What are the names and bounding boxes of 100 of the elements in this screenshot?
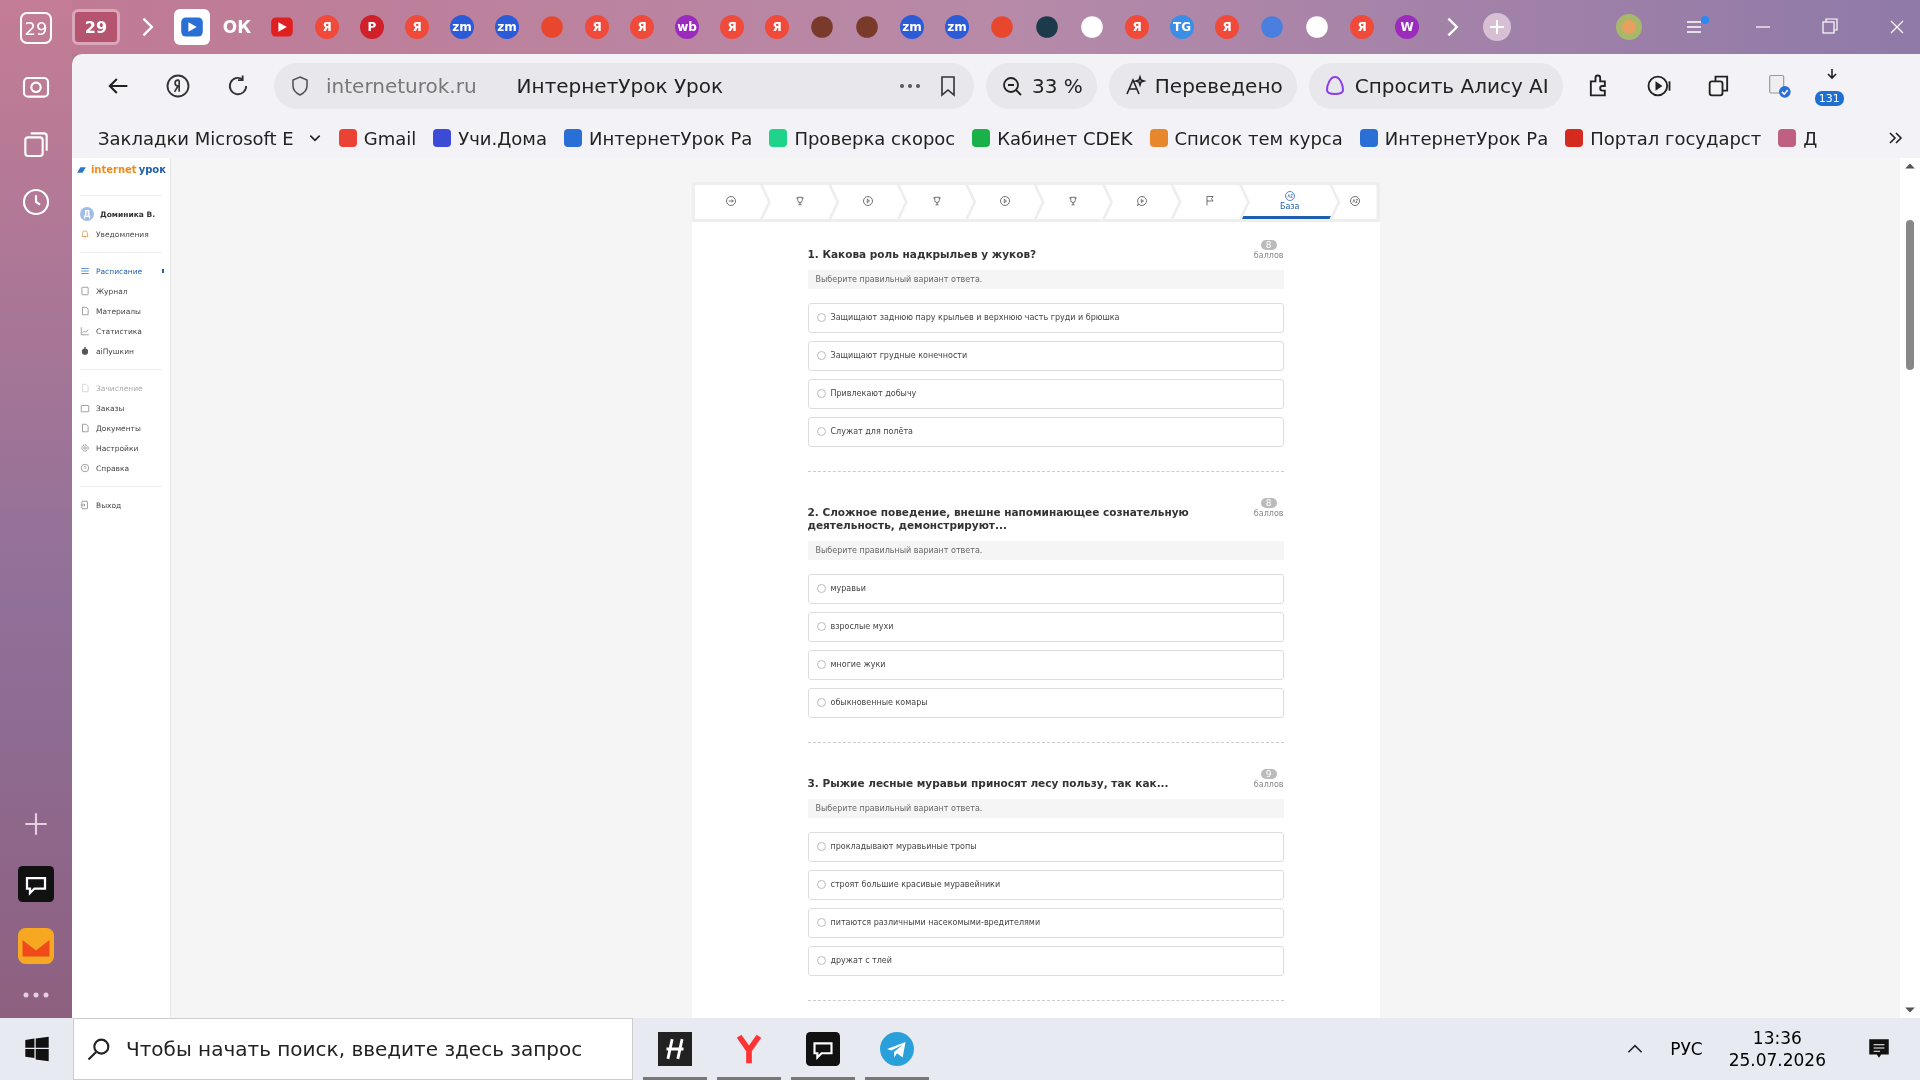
bookmark-item[interactable]: Портал государст	[1564, 127, 1762, 149]
bookmark-item[interactable]: Учи.Дома	[432, 127, 547, 149]
scrollbar-thumb[interactable]	[1906, 220, 1914, 370]
settings-icon	[80, 443, 90, 453]
answer-option[interactable]: взрослые мухи	[807, 611, 1284, 642]
bookmark-item[interactable]: ИнтернетУрок Ра	[1358, 127, 1549, 149]
browser-tab[interactable]: Я	[309, 9, 345, 45]
browser-tab[interactable]	[174, 9, 210, 45]
answer-option[interactable]: питаются различными насекомыми-вредителями	[807, 907, 1284, 938]
answer-option[interactable]: прокладывают муравьиные тропы	[807, 831, 1284, 862]
browser-tab[interactable]: Я	[579, 9, 615, 45]
browser-tab[interactable]: zm	[939, 9, 975, 45]
site-icon	[768, 128, 789, 148]
chat-app-icon[interactable]	[18, 866, 54, 902]
plus-icon	[1482, 12, 1512, 42]
browser-tab[interactable]: Я	[624, 9, 660, 45]
points-label: баллов	[1253, 508, 1284, 518]
site-icon	[337, 128, 358, 148]
points-label: баллов	[1253, 251, 1284, 260]
taskbar-search-field[interactable]: Чтобы начать поиск, введите здесь запрос	[73, 1018, 633, 1080]
lesson-step[interactable]	[1332, 185, 1377, 219]
trophy-icon	[793, 194, 806, 207]
answer-option[interactable]: Защищают заднюю пару крыльев и верхнюю часть груди и брюшка	[807, 302, 1284, 333]
tab-badge: zm	[495, 15, 519, 39]
browser-tab[interactable]: W	[1389, 9, 1425, 45]
option-text: Служат для полёта	[830, 427, 913, 437]
tab-badge: zm	[900, 15, 924, 39]
option-text: прокладывают муравьиные тропы	[830, 842, 977, 852]
browser-tab[interactable]: Я	[759, 9, 795, 45]
site-icon	[1777, 128, 1798, 148]
exit-icon	[80, 500, 90, 510]
option-text: строят большие красивые муравейники	[830, 880, 1001, 890]
option-text: многие жуки	[830, 660, 886, 670]
browser-tab[interactable]: wb	[669, 9, 705, 45]
document-icon	[80, 306, 90, 316]
bookmark-item[interactable]: Gmail	[337, 127, 417, 149]
bell-icon	[80, 229, 90, 239]
browser-tab[interactable]: Я	[714, 9, 750, 45]
bookmark-item[interactable]: Проверка скорос	[768, 127, 956, 149]
clock-icon[interactable]	[20, 186, 52, 218]
domain-text: interneturok.ru	[326, 74, 477, 98]
downloads-button[interactable]: 131	[1814, 66, 1849, 106]
bookmark-item[interactable]: ИнтернетУрок Ра	[562, 127, 753, 149]
answer-option[interactable]: Защищают грудные конечности	[807, 340, 1284, 371]
translate-button[interactable]: Переведено	[1108, 63, 1297, 109]
clock-time[interactable]: 13:36	[1752, 1028, 1802, 1048]
browser-tab[interactable]: zm	[444, 9, 480, 45]
chat-app-icon[interactable]	[806, 1032, 840, 1066]
bookmark-item[interactable]: Д	[1777, 127, 1818, 149]
document-icon	[80, 423, 90, 433]
address-bar[interactable]: interneturok.ru ИнтернетУрок Урок	[274, 63, 974, 109]
site-icon	[1358, 128, 1379, 148]
yandex-icon[interactable]	[164, 72, 192, 100]
answer-option[interactable]: дружат с тлей	[807, 945, 1284, 976]
clock-date[interactable]: 25.07.2026	[1728, 1050, 1826, 1070]
tab-badge: zm	[450, 15, 474, 39]
play-icon	[862, 194, 875, 207]
browser-tab[interactable]: Я	[399, 9, 435, 45]
windows-start-icon[interactable]	[24, 1036, 50, 1062]
answer-option[interactable]: Привлекают добычу	[807, 378, 1284, 409]
answer-option[interactable]: обыкновенные комары	[807, 687, 1284, 718]
profile-icon[interactable]	[1614, 12, 1644, 42]
answer-option[interactable]: строят большие красивые муравейники	[807, 869, 1284, 900]
answer-option[interactable]: муравьи	[807, 573, 1284, 604]
bookmark-item[interactable]: Кабинет CDEK	[971, 127, 1133, 149]
robot-icon	[80, 346, 90, 356]
browser-tab[interactable]: Я	[1209, 9, 1245, 45]
lesson-step[interactable]: База	[1242, 185, 1338, 219]
tab-badge: Я	[1215, 15, 1239, 39]
mail-app-icon[interactable]	[18, 928, 54, 964]
option-text: муравьи	[830, 584, 866, 594]
step-label: База	[1279, 203, 1300, 211]
option-text: питаются различными насекомыми-вредителями	[830, 918, 1041, 928]
browser-tab[interactable]: Я	[1344, 9, 1380, 45]
instruction-text: Выберите правильный вариант ответа.	[807, 798, 1284, 818]
browser-tab[interactable]: Я	[1119, 9, 1155, 45]
play-icon	[180, 15, 204, 39]
scroll-down-icon[interactable]	[1904, 1006, 1916, 1014]
app-icon[interactable]	[658, 1032, 692, 1066]
option-text: Привлекают добычу	[830, 389, 917, 399]
bookmark-item[interactable]: Закладки Microsoft E	[98, 127, 322, 149]
trophy-icon	[930, 194, 943, 207]
browser-tab[interactable]: zm	[894, 9, 930, 45]
bookmark-item[interactable]: Список тем курса	[1148, 127, 1343, 149]
site-logo[interactable]: internet урок	[72, 158, 170, 181]
option-text: взрослые мухи	[830, 622, 894, 632]
zoom-button[interactable]: 33 %	[986, 63, 1097, 109]
tab-group[interactable]: 29	[72, 9, 120, 45]
browser-tab[interactable]: zm	[489, 9, 525, 45]
points-label: баллов	[1253, 779, 1284, 789]
language-indicator[interactable]: РУС	[1670, 1039, 1703, 1059]
browser-tab[interactable]: P	[354, 9, 390, 45]
answer-option[interactable]: многие жуки	[807, 649, 1284, 680]
telegram-icon[interactable]	[880, 1032, 914, 1066]
arrow-circle-icon	[725, 194, 738, 207]
scroll-up-icon[interactable]	[1904, 162, 1916, 170]
alice-button[interactable]: Спросить Алису AI	[1308, 63, 1563, 109]
site-icon	[1148, 128, 1169, 148]
play-icon	[998, 194, 1011, 207]
answer-option[interactable]: Служат для полёта	[807, 416, 1284, 447]
